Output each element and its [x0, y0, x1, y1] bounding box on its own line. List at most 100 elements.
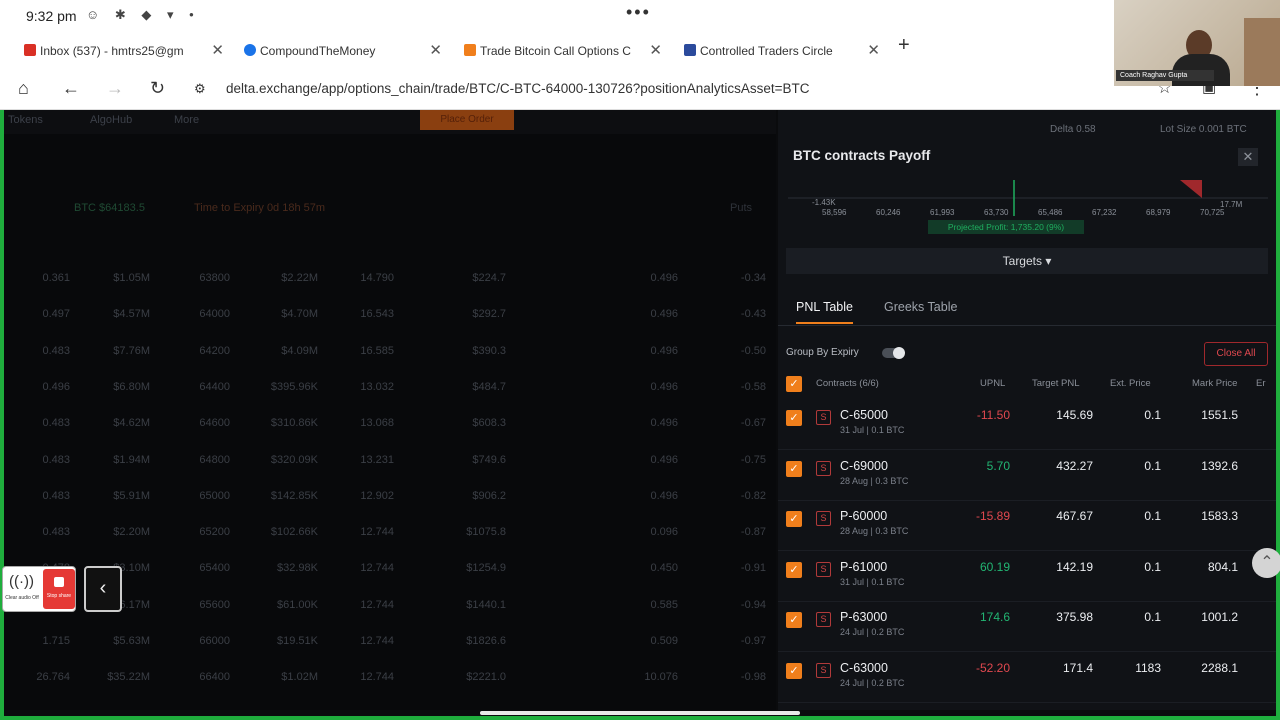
tab-greeks-table[interactable]: Greeks Table: [884, 300, 957, 314]
header-ext-price[interactable]: Ext. Price: [1110, 378, 1151, 389]
contract-name[interactable]: C-69000: [840, 459, 888, 473]
chain-cell: $390.3: [472, 344, 506, 357]
nav-more[interactable]: More: [174, 114, 199, 126]
close-all-button[interactable]: Close All: [1204, 342, 1268, 366]
header-mark-price[interactable]: Mark Price: [1192, 378, 1237, 389]
position-row[interactable]: ✓ S C-63000 24 Jul | 0.2 BTC -52.20 171.4 1183…: [778, 653, 1276, 703]
chain-cell: $35.22M: [107, 671, 150, 684]
position-checkbox[interactable]: ✓: [786, 612, 802, 629]
close-icon[interactable]: ✕: [1238, 148, 1258, 166]
tab-gmail[interactable]: Inbox (537) - hmtrs25@gm ✕: [24, 36, 224, 64]
stop-share-button[interactable]: Stop share: [43, 569, 75, 609]
chain-cell: $1440.1: [466, 598, 506, 611]
wifi-icon[interactable]: ((·)): [9, 573, 34, 590]
chart-tick-label: 61,993: [930, 208, 955, 217]
position-checkbox[interactable]: ✓: [786, 561, 802, 578]
chain-cell: 0.496: [650, 417, 678, 430]
header-target-pnl[interactable]: Target PNL: [1032, 378, 1080, 389]
position-row[interactable]: ✓ S P-60000 28 Aug | 0.3 BTC -15.89 467.67 0.1…: [778, 501, 1276, 552]
url-field[interactable]: delta.exchange/app/options_chain/trade/B…: [226, 81, 809, 96]
chain-cell: 64400: [199, 380, 230, 393]
position-checkbox[interactable]: ✓: [786, 460, 802, 477]
ext-price-value: 1183: [1135, 661, 1161, 675]
site-info-icon[interactable]: ⚙: [194, 81, 206, 97]
close-tab-icon[interactable]: ✕: [211, 41, 224, 59]
chain-cell: $5.91M: [113, 489, 150, 502]
forward-icon[interactable]: →: [106, 78, 124, 99]
scroll-button[interactable]: ⌃: [1252, 548, 1280, 578]
target-pnl-value: 375.98: [1056, 610, 1093, 625]
select-all-checkbox[interactable]: ✓: [786, 376, 802, 392]
new-tab-button[interactable]: +: [898, 34, 910, 57]
position-row[interactable]: ✓ S C-65000 31 Jul | 0.1 BTC -11.50 145.69 0.1…: [778, 400, 1276, 450]
chain-cell: -0.87: [740, 526, 766, 539]
chain-cell: $7.76M: [113, 344, 150, 357]
chain-cell: 13.032: [360, 380, 394, 393]
tab-title: Controlled Traders Circle: [700, 44, 833, 58]
group-by-expiry-toggle[interactable]: [882, 347, 905, 359]
clock: 9:32 pm: [26, 8, 77, 24]
contract-name[interactable]: P-63000: [840, 610, 887, 624]
position-row[interactable]: ✓ S P-63000 24 Jul | 0.2 BTC 174.6 375.98 0.1 1…: [778, 602, 1276, 653]
chain-cell: $6.80M: [113, 380, 150, 393]
back-icon[interactable]: ←: [62, 78, 80, 99]
chain-row[interactable]: 26.764 $35.22M 66400 $1.02M 12.744 $2221.0 10.…: [4, 659, 776, 695]
chain-cell: 0.483: [42, 526, 70, 539]
position-row[interactable]: ✓ S C-69000 28 Aug | 0.3 BTC 5.70 432.27 0.1 13…: [778, 451, 1276, 501]
chain-cell: 0.496: [650, 272, 678, 284]
chain-row[interactable]: 0.496 $6.80M 64400 $395.96K 13.032 $484.7 0.49…: [4, 369, 776, 405]
contract-name[interactable]: C-65000: [840, 408, 888, 422]
close-tab-icon[interactable]: ✕: [649, 41, 662, 59]
chain-cell: 65400: [199, 562, 230, 575]
contract-name[interactable]: C-63000: [840, 661, 888, 675]
lot-size[interactable]: Lot Size 0.001 BTC: [1160, 124, 1247, 135]
chain-cell: 65000: [199, 489, 230, 502]
chain-row[interactable]: 0.483 $5.91M 65000 $142.85K 12.902 $906.2 0.49…: [4, 478, 776, 514]
chain-cell: 12.902: [360, 489, 394, 502]
window-menu-icon[interactable]: •••: [626, 2, 651, 23]
site-icon: [244, 44, 256, 56]
tab-controlled-traders[interactable]: Controlled Traders Circle ✕: [684, 36, 880, 64]
chain-cell: $906.2: [472, 489, 506, 502]
close-tab-icon[interactable]: ✕: [429, 41, 442, 59]
nav-algohub[interactable]: AlgoHub: [90, 114, 132, 126]
chain-cell: $608.3: [472, 417, 506, 430]
chain-cell: 0.496: [650, 308, 678, 321]
chain-row[interactable]: 0.483 $1.94M 64800 $320.09K 13.231 $749.6 0.49…: [4, 442, 776, 478]
close-tab-icon[interactable]: ✕: [867, 41, 880, 59]
collapse-button[interactable]: ‹: [84, 566, 122, 612]
contract-sub: 31 Jul | 0.1 BTC: [840, 576, 905, 587]
tab-pnl-table[interactable]: PNL Table: [796, 300, 853, 324]
chain-row[interactable]: 0.483 $7.76M 64200 $4.09M 16.585 $390.3 0.496 -…: [4, 333, 776, 369]
home-icon[interactable]: ⌂: [18, 78, 29, 99]
chain-cell: 16.585: [360, 344, 394, 357]
stop-icon: [54, 577, 64, 587]
address-bar: ⌂ ← → ↻ ⚙ delta.exchange/app/options_cha…: [0, 68, 1280, 110]
chain-cell: $1.94M: [113, 453, 150, 466]
chain-row[interactable]: 0.361 $1.05M 63800 $2.22M 14.790 $224.7 0.496 -…: [4, 260, 776, 296]
position-row[interactable]: ✓ S P-61000 31 Jul | 0.1 BTC 60.19 142.19 0.1 8…: [778, 552, 1276, 602]
reload-icon[interactable]: ↻: [150, 78, 165, 99]
chain-row[interactable]: 0.483 $4.62M 64600 $310.86K 13.068 $608.3 0.49…: [4, 405, 776, 441]
place-order-button[interactable]: Place Order: [420, 110, 514, 130]
targets-dropdown[interactable]: Targets ▾: [786, 248, 1268, 274]
tab-title: Inbox (537) - hmtrs25@gm: [40, 44, 184, 58]
chain-row[interactable]: 0.483 $2.20M 65200 $102.66K 12.744 $1075.8 0.0…: [4, 514, 776, 550]
screen-share-controls: ((·)) Clear audio Off Stop share: [2, 566, 76, 612]
tab-delta-exchange[interactable]: Trade Bitcoin Call Options C ✕: [464, 36, 662, 64]
position-checkbox[interactable]: ✓: [786, 663, 802, 679]
chain-cell: 0.096: [650, 526, 678, 539]
position-checkbox[interactable]: ✓: [786, 410, 802, 426]
delta-label[interactable]: Delta 0.58: [1050, 124, 1096, 135]
position-checkbox[interactable]: ✓: [786, 511, 802, 528]
target-pnl-value: 145.69: [1056, 408, 1093, 422]
tab-compoundthemoney[interactable]: CompoundTheMoney ✕: [244, 36, 442, 64]
chain-row[interactable]: 1.715 $5.63M 66000 $19.51K 12.744 $1826.6 0.50…: [4, 623, 776, 659]
delta-icon: [464, 44, 476, 56]
header-upnl[interactable]: UPNL: [980, 378, 1005, 389]
nav-tokens[interactable]: Tokens: [8, 114, 43, 126]
contract-name[interactable]: P-60000: [840, 509, 887, 523]
contract-name[interactable]: P-61000: [840, 560, 887, 574]
chain-row[interactable]: 0.497 $4.57M 64000 $4.70M 16.543 $292.7 0.496 -…: [4, 296, 776, 332]
gmail-icon: [24, 44, 36, 56]
